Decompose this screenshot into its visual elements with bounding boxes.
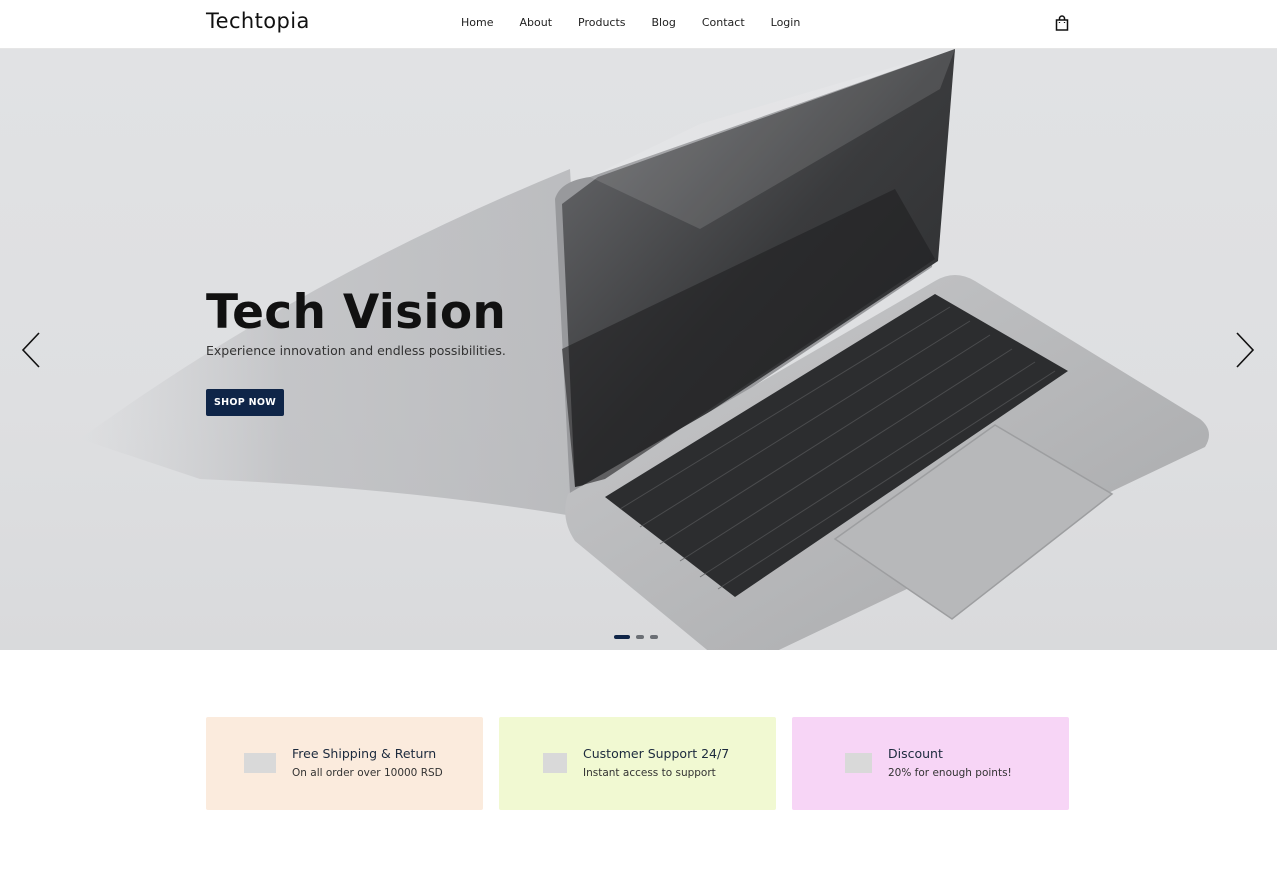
site-logo[interactable]: Techtopia <box>206 9 310 33</box>
feature-shipping: Free Shipping & Return On all order over… <box>206 717 483 810</box>
nav-products[interactable]: Products <box>578 16 626 29</box>
feature-support: Customer Support 24/7 Instant access to … <box>499 717 776 810</box>
feature-title: Customer Support 24/7 <box>583 746 730 761</box>
feature-subtitle: 20% for enough points! <box>888 767 1012 779</box>
slider-dots <box>614 635 658 639</box>
laptop-hero-image <box>80 49 1209 650</box>
site-header: Techtopia Home About Products Blog Conta… <box>0 0 1277 49</box>
chevron-right-icon[interactable] <box>1234 331 1256 369</box>
feature-subtitle: Instant access to support <box>583 767 716 779</box>
nav-about[interactable]: About <box>519 16 552 29</box>
hero-title: Tech Vision <box>206 285 507 340</box>
feature-title: Discount <box>888 746 943 761</box>
nav-login[interactable]: Login <box>771 16 801 29</box>
nav-contact[interactable]: Contact <box>702 16 745 29</box>
discount-icon <box>845 753 872 773</box>
chevron-left-icon[interactable] <box>20 331 42 369</box>
hero-slider: Tech Vision Experience innovation and en… <box>0 49 1277 650</box>
support-icon <box>543 753 567 773</box>
feature-title: Free Shipping & Return <box>292 746 437 761</box>
shopping-bag-icon[interactable] <box>1055 15 1069 31</box>
shipping-icon <box>244 753 276 773</box>
slider-dot-3[interactable] <box>650 635 658 639</box>
main-nav: Home About Products Blog Contact Login <box>461 16 826 29</box>
feature-subtitle: On all order over 10000 RSD <box>292 767 443 779</box>
hero-subtitle: Experience innovation and endless possib… <box>206 343 506 358</box>
nav-home[interactable]: Home <box>461 16 493 29</box>
shop-now-button[interactable]: SHOP NOW <box>206 389 284 416</box>
features-row: Free Shipping & Return On all order over… <box>206 717 1069 810</box>
slider-dot-1[interactable] <box>614 635 630 639</box>
slider-dot-2[interactable] <box>636 635 644 639</box>
nav-blog[interactable]: Blog <box>652 16 676 29</box>
feature-discount: Discount 20% for enough points! <box>792 717 1069 810</box>
